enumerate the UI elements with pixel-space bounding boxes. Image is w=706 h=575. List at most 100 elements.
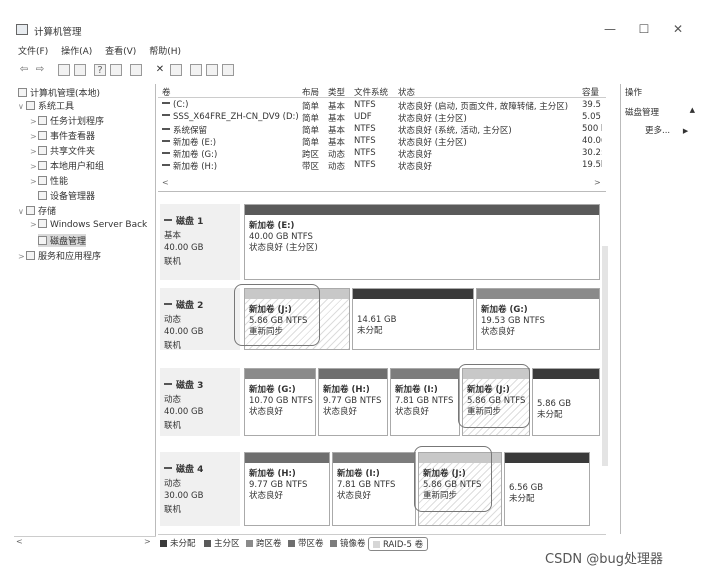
tree-device-manager[interactable]: 设备管理器 (38, 189, 95, 202)
col-capacity[interactable]: 容量 (582, 86, 599, 98)
clock-icon (38, 116, 47, 125)
tree-local-users[interactable]: > 本地用户和组 (30, 159, 104, 172)
table-row[interactable]: 系统保留 简单 基本 NTFS 状态良好 (系统, 活动, 主分区) 500 l (158, 124, 606, 136)
tree-disk-management[interactable]: 磁盘管理 (38, 234, 87, 247)
disk-label[interactable]: 磁盘 1 基本 40.00 GB 联机 (160, 204, 240, 280)
disk-row-4[interactable]: 磁盘 4 动态 30.00 GB 联机 新加卷 (H:) 9.77 GB NTF… (158, 452, 600, 526)
volume-table-header: 卷 布局 类型 文件系统 状态 容量 (158, 84, 606, 98)
view-icon[interactable] (222, 64, 234, 76)
show-hide-tree-icon[interactable] (74, 64, 86, 76)
chevron-right-icon[interactable]: > (30, 177, 38, 186)
performance-icon (38, 176, 47, 185)
col-status[interactable]: 状态 (398, 86, 415, 98)
disk-graphical-view: 磁盘 1 基本 40.00 GB 联机 新加卷 (E:) 40.00 GB NT… (158, 196, 606, 530)
back-arrow-icon[interactable]: ⇦ (18, 64, 30, 76)
table-row[interactable]: 新加卷 (E:) 简单 基本 NTFS 状态良好 (主分区) 40.0( (158, 136, 606, 148)
chevron-right-icon[interactable]: > (30, 117, 38, 126)
legend-spanned: 跨区卷 (246, 537, 282, 549)
partition-i[interactable]: 新加卷 (I:) 7.81 GB NTFS 状态良好 (332, 452, 416, 526)
menu-view[interactable]: 查看(V) (105, 47, 136, 57)
disk-label[interactable]: 磁盘 3 动态 40.00 GB 联机 (160, 368, 240, 436)
tree-windows-server-backup[interactable]: > Windows Server Back (30, 219, 147, 230)
disk-label[interactable]: 磁盘 2 动态 40.00 GB 联机 (160, 288, 240, 351)
partition-unallocated[interactable]: 6.56 GB 未分配 (504, 452, 590, 526)
legend-primary: 主分区 (204, 537, 240, 549)
disk-row-2[interactable]: 磁盘 2 动态 40.00 GB 联机 新加卷 (J:) 5.86 GB NTF… (158, 288, 600, 351)
scroll-right-icon[interactable]: > (594, 178, 601, 187)
collapse-icon[interactable]: ▲ (690, 106, 695, 114)
computer-icon (18, 88, 27, 97)
tree-storage[interactable]: ∨ 存储 (18, 204, 56, 217)
menu-file[interactable]: 文件(F) (18, 47, 48, 57)
chevron-right-icon[interactable]: > (30, 132, 38, 141)
volume-table: 卷 布局 类型 文件系统 状态 容量 (C:) 简单 基本 NTFS 状态良好 … (158, 84, 606, 192)
chevron-right-icon: ▶ (682, 127, 689, 135)
col-type[interactable]: 类型 (328, 86, 345, 98)
partition-i[interactable]: 新加卷 (I:) 7.81 GB NTFS 状态良好 (390, 368, 460, 436)
properties-icon[interactable] (110, 64, 122, 76)
col-volume[interactable]: 卷 (162, 86, 171, 98)
disk-row-3[interactable]: 磁盘 3 动态 40.00 GB 联机 新加卷 (G:) 10.70 GB NT… (158, 368, 600, 436)
tree-root[interactable]: 计算机管理(本地) (18, 86, 100, 99)
computer-management-icon (16, 24, 28, 35)
col-layout[interactable]: 布局 (302, 86, 319, 98)
partition-h[interactable]: 新加卷 (H:) 9.77 GB NTFS 状态良好 (318, 368, 388, 436)
disk-label[interactable]: 磁盘 4 动态 30.00 GB 联机 (160, 452, 240, 526)
volume-icon (162, 102, 170, 104)
chevron-right-icon[interactable]: > (30, 147, 38, 156)
scrollbar-thumb[interactable] (602, 246, 608, 466)
disk-icon (164, 383, 172, 385)
search-icon[interactable] (206, 64, 218, 76)
tree-system-tools[interactable]: ∨ 系统工具 (18, 99, 74, 112)
maximize-button[interactable]: ☐ (632, 22, 656, 36)
partition-e[interactable]: 新加卷 (E:) 40.00 GB NTFS 状态良好 (主分区) (244, 204, 600, 280)
tree-event-viewer[interactable]: > 事件查看器 (30, 129, 95, 142)
connect-icon[interactable] (130, 64, 142, 76)
forward-arrow-icon[interactable]: ⇨ (34, 64, 46, 76)
minimize-button[interactable]: — (598, 22, 622, 36)
up-folder-icon[interactable] (58, 64, 70, 76)
tree-horizontal-scrollbar[interactable]: < > (14, 536, 156, 548)
title-bar: 计算机管理 — ☐ ✕ (0, 18, 706, 42)
tree-task-scheduler[interactable]: > 任务计划程序 (30, 114, 104, 127)
checkmark-icon[interactable] (170, 64, 182, 76)
volume-icon (162, 152, 170, 154)
partition-g[interactable]: 新加卷 (G:) 19.53 GB NTFS 状态良好 (476, 288, 600, 350)
more-actions-link[interactable]: 更多... ▶ (645, 124, 688, 136)
chevron-right-icon[interactable]: > (30, 162, 38, 171)
help-icon[interactable]: ? (94, 64, 106, 76)
chevron-right-icon[interactable]: > (30, 220, 38, 229)
legend-raid5: RAID-5 卷 (368, 537, 429, 551)
tree-services-apps[interactable]: > 服务和应用程序 (18, 249, 101, 262)
table-row[interactable]: SSS_X64FRE_ZH-CN_DV9 (D:) 简单 基本 UDF 状态良好… (158, 112, 606, 124)
table-row[interactable]: 新加卷 (G:) 跨区 动态 NTFS 状态良好 30.2: (158, 148, 606, 160)
actions-section-disk-management[interactable]: 磁盘管理 ▲ (625, 106, 697, 118)
watermark: CSDN @bug处理器 (545, 552, 663, 567)
disk-management-icon (38, 236, 47, 245)
table-row[interactable]: (C:) 简单 基本 NTFS 状态良好 (启动, 页面文件, 故障转储, 主分… (158, 100, 606, 112)
disk-view-scrollbar[interactable] (600, 196, 610, 534)
chevron-down-icon[interactable]: ∨ (18, 207, 26, 216)
partition-unallocated[interactable]: 14.61 GB 未分配 (352, 288, 474, 350)
partition-g[interactable]: 新加卷 (G:) 10.70 GB NTFS 状态良好 (244, 368, 316, 436)
tree-shared-folders[interactable]: > 共享文件夹 (30, 144, 95, 157)
chevron-right-icon[interactable]: > (18, 252, 26, 261)
delete-icon[interactable]: ✕ (154, 64, 166, 76)
legend-unallocated: 未分配 (160, 537, 196, 549)
scroll-right-icon[interactable]: > (144, 537, 151, 546)
col-filesystem[interactable]: 文件系统 (354, 86, 388, 98)
menu-help[interactable]: 帮助(H) (149, 47, 181, 57)
highlight-ring (234, 284, 320, 346)
partition-h[interactable]: 新加卷 (H:) 9.77 GB NTFS 状态良好 (244, 452, 330, 526)
partition-unallocated[interactable]: 5.86 GB 未分配 (532, 368, 600, 436)
tree-performance[interactable]: > 性能 (30, 174, 68, 187)
users-icon (38, 161, 47, 170)
chevron-down-icon[interactable]: ∨ (18, 102, 26, 111)
open-icon[interactable] (190, 64, 202, 76)
disk-row-1[interactable]: 磁盘 1 基本 40.00 GB 联机 新加卷 (E:) 40.00 GB NT… (158, 204, 600, 280)
scroll-left-icon[interactable]: < (162, 178, 169, 187)
table-row[interactable]: 新加卷 (H:) 带区 动态 NTFS 状态良好 19.5l (158, 160, 606, 172)
close-button[interactable]: ✕ (666, 22, 690, 36)
menu-action[interactable]: 操作(A) (61, 47, 92, 57)
scroll-left-icon[interactable]: < (16, 537, 23, 546)
